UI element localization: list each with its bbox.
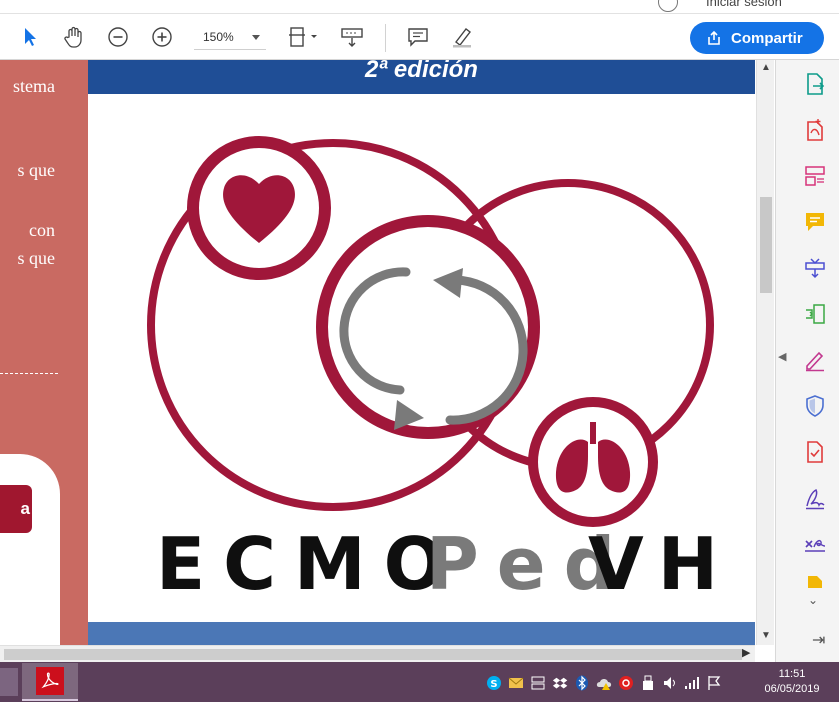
comment-tool[interactable] — [803, 210, 827, 234]
windows-taskbar: S 11:51 06/05/2019 — [0, 662, 839, 702]
skype-icon[interactable]: S — [486, 675, 502, 691]
protect-tool[interactable] — [803, 394, 827, 418]
comment-tool-button[interactable] — [404, 23, 432, 51]
ecmo-ped-vh-logo: ECMO Ped VH — [147, 136, 732, 606]
highlight-tool-button[interactable] — [448, 23, 476, 51]
chevron-down-icon — [252, 35, 260, 40]
page-text-line: s que — [17, 248, 56, 268]
signal-icon[interactable] — [684, 675, 700, 691]
fit-page-icon — [289, 27, 317, 47]
fill-sign-icon — [806, 351, 824, 372]
fill-sign-tool[interactable] — [803, 348, 827, 372]
request-signature-tool[interactable] — [803, 532, 827, 556]
create-pdf-tool[interactable] — [803, 118, 827, 142]
sign-pen-icon — [806, 488, 825, 510]
share-button-label: Compartir — [731, 29, 803, 47]
export-pdf-icon — [807, 73, 825, 95]
sign-in-link[interactable]: Iniciar sesión — [706, 0, 782, 9]
warning-cloud-icon[interactable] — [596, 675, 612, 691]
vertical-scrollbar[interactable]: ▲ ▼ — [756, 60, 774, 645]
select-tool-button[interactable] — [16, 23, 44, 51]
sign-tool[interactable] — [803, 486, 827, 510]
more-tools-icon — [808, 576, 822, 588]
toolbar-divider — [385, 24, 386, 52]
organize-pages-tool[interactable] — [803, 164, 827, 188]
network-drive-icon[interactable] — [530, 675, 546, 691]
footer-banner — [88, 622, 755, 645]
volume-icon[interactable] — [662, 675, 678, 691]
more-tools-tool[interactable] — [803, 574, 827, 588]
help-icon[interactable] — [658, 0, 678, 12]
zoom-out-icon — [108, 27, 128, 47]
tools-expand-chevron-icon[interactable]: ⌄ — [808, 593, 818, 607]
bluetooth-icon[interactable] — [574, 675, 590, 691]
logo-text-vh: VH — [588, 522, 732, 606]
tools-pane-close-icon[interactable]: ⇥ — [812, 630, 825, 650]
organize-pages-icon — [805, 166, 825, 186]
system-tray: S — [486, 674, 722, 692]
share-upload-icon — [708, 30, 720, 45]
request-signature-icon — [805, 539, 826, 552]
tools-pane: ◀ ⌄ ⇥ — [775, 60, 839, 662]
comment-bubble-icon — [408, 28, 428, 47]
compress-tool[interactable] — [803, 302, 827, 326]
scroll-down-icon[interactable]: ▼ — [761, 630, 771, 641]
clock-time: 11:51 — [778, 668, 806, 680]
document-page: 2ª edición ECMO Ped VH — [88, 60, 755, 645]
previous-page-partial: stema s que con s que a — [0, 60, 88, 645]
edition-text: 2ª edición — [365, 60, 478, 83]
combine-files-tool[interactable] — [803, 256, 827, 280]
zoom-in-button[interactable] — [148, 23, 176, 51]
edition-banner: 2ª edición — [88, 60, 755, 94]
window-title-strip: Iniciar sesión — [0, 0, 839, 14]
send-track-icon — [807, 441, 823, 463]
compress-icon — [806, 304, 825, 324]
acrobat-logo-icon — [36, 667, 64, 695]
create-pdf-icon — [807, 119, 823, 141]
hand-icon — [64, 26, 82, 48]
white-card-shape — [0, 454, 60, 645]
highlighter-pen-icon — [453, 28, 471, 48]
scroll-mode-button[interactable] — [338, 23, 366, 51]
dashed-divider — [0, 373, 58, 374]
scroll-up-icon[interactable]: ▲ — [761, 62, 771, 73]
zoom-level-value: 150% — [203, 30, 234, 44]
collapse-pane-icon[interactable]: ◀ — [778, 350, 786, 363]
flag-icon[interactable] — [706, 675, 722, 691]
share-button[interactable]: Compartir — [690, 22, 824, 54]
page-text-line: con — [29, 220, 55, 240]
lungs-circle — [528, 397, 658, 527]
system-clock[interactable]: 11:51 06/05/2019 — [758, 667, 826, 697]
svg-text:S: S — [490, 679, 497, 690]
logo-text-ecmo: ECMO — [156, 522, 463, 606]
page-fit-button[interactable] — [284, 23, 320, 51]
cursor-arrow-icon — [25, 28, 36, 46]
zoom-out-button[interactable] — [104, 23, 132, 51]
keyboard-scroll-icon — [341, 28, 363, 47]
mail-icon[interactable] — [508, 675, 524, 691]
acrobat-toolbar: 150% Compartir — [0, 14, 839, 60]
usb-icon[interactable] — [640, 675, 656, 691]
send-track-tool[interactable] — [803, 440, 827, 464]
protect-shield-icon — [806, 395, 824, 417]
scroll-right-icon[interactable]: ▶ — [742, 646, 750, 659]
dropbox-icon[interactable] — [552, 675, 568, 691]
zoom-level-select[interactable]: 150% — [194, 26, 266, 50]
clock-date: 06/05/2019 — [764, 683, 820, 695]
taskbar-app-partial[interactable] — [0, 668, 18, 696]
taskbar-acrobat-button[interactable] — [22, 663, 78, 701]
zoom-in-icon — [152, 27, 172, 47]
page-text-line: stema — [13, 76, 55, 96]
page-text-line: s que — [17, 160, 56, 180]
hand-tool-button[interactable] — [60, 23, 88, 51]
scrollbar-thumb[interactable] — [760, 197, 772, 293]
horizontal-scrollbar[interactable]: ▶ — [0, 645, 755, 662]
comment-icon — [806, 213, 824, 231]
horizontal-scrollbar-thumb[interactable] — [4, 649, 742, 660]
export-pdf-tool[interactable] — [803, 72, 827, 96]
antivirus-icon[interactable] — [618, 675, 634, 691]
page-link-button[interactable]: a — [0, 485, 32, 533]
combine-files-icon — [805, 258, 825, 279]
